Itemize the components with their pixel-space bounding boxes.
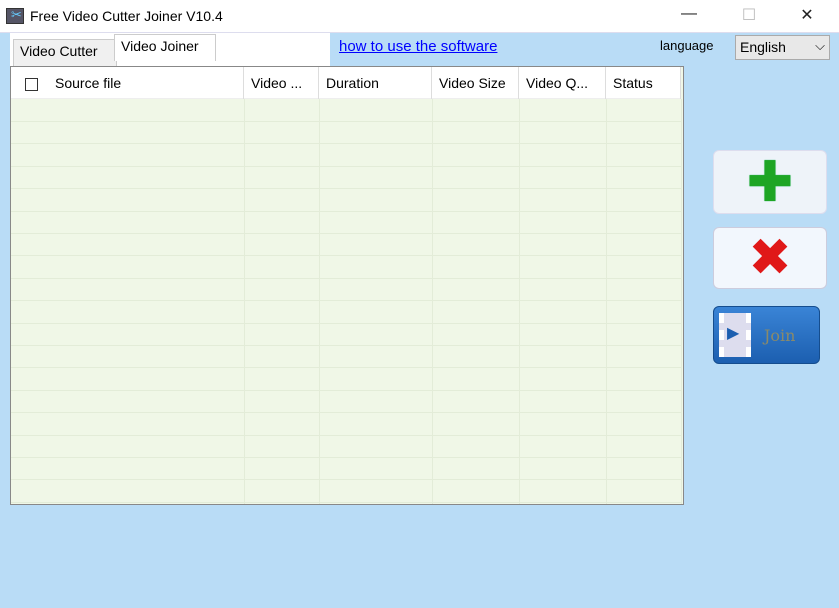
row-divider bbox=[11, 412, 681, 414]
row-divider bbox=[11, 367, 681, 369]
row-divider bbox=[11, 457, 681, 458]
file-table[interactable]: Source file Video ... Duration Video Siz… bbox=[10, 66, 684, 505]
row-divider bbox=[11, 165, 681, 167]
film-icon bbox=[719, 313, 751, 357]
row-divider bbox=[11, 121, 681, 122]
language-select[interactable]: English ⌵ bbox=[735, 35, 830, 60]
join-button[interactable]: Join bbox=[713, 306, 820, 364]
chevron-down-icon: ⌵ bbox=[815, 38, 825, 53]
title-bar: Free Video Cutter Joiner V10.4 — ☐ ✕ bbox=[0, 0, 839, 33]
row-divider bbox=[11, 322, 681, 324]
language-label: language bbox=[660, 38, 714, 53]
column-divider bbox=[519, 99, 520, 504]
row-divider bbox=[11, 300, 681, 302]
column-duration[interactable]: Duration bbox=[319, 67, 432, 99]
row-divider bbox=[11, 277, 681, 279]
help-link[interactable]: how to use the software bbox=[339, 38, 497, 55]
join-label: Join bbox=[764, 326, 796, 345]
app-icon bbox=[6, 7, 24, 24]
column-divider bbox=[244, 99, 245, 504]
column-video-size[interactable]: Video Size bbox=[432, 67, 519, 99]
window-title: Free Video Cutter Joiner V10.4 bbox=[30, 8, 223, 24]
row-divider bbox=[11, 143, 681, 145]
row-divider bbox=[11, 233, 681, 234]
tab-video-joiner[interactable]: Video Joiner bbox=[114, 34, 216, 61]
add-file-button[interactable]: ✚ bbox=[713, 150, 827, 214]
column-video[interactable]: Video ... bbox=[244, 67, 319, 99]
row-divider bbox=[11, 210, 681, 212]
tab-strip: Video Cutter Video Joiner bbox=[10, 33, 330, 67]
language-value: English bbox=[740, 39, 786, 55]
maximize-button[interactable]: ☐ bbox=[734, 5, 764, 27]
row-divider bbox=[11, 501, 681, 503]
column-divider bbox=[319, 99, 320, 504]
remove-file-button[interactable]: ✖ bbox=[713, 227, 827, 289]
row-divider bbox=[11, 255, 681, 257]
plus-icon: ✚ bbox=[746, 150, 794, 213]
column-source-file[interactable]: Source file bbox=[11, 67, 244, 99]
tab-video-cutter[interactable]: Video Cutter bbox=[13, 39, 117, 66]
column-status[interactable]: Status bbox=[606, 67, 681, 99]
column-video-quality[interactable]: Video Q... bbox=[519, 67, 606, 99]
table-header: Source file Video ... Duration Video Siz… bbox=[11, 67, 681, 99]
row-divider bbox=[11, 479, 681, 481]
row-divider bbox=[11, 389, 681, 391]
close-button[interactable]: ✕ bbox=[792, 5, 822, 27]
row-divider bbox=[11, 434, 681, 436]
minimize-button[interactable]: — bbox=[674, 5, 704, 27]
column-divider bbox=[606, 99, 607, 504]
delete-icon: ✖ bbox=[748, 229, 792, 287]
column-divider bbox=[681, 99, 682, 504]
column-divider bbox=[432, 99, 433, 504]
row-divider bbox=[11, 345, 681, 346]
row-divider bbox=[11, 188, 681, 190]
